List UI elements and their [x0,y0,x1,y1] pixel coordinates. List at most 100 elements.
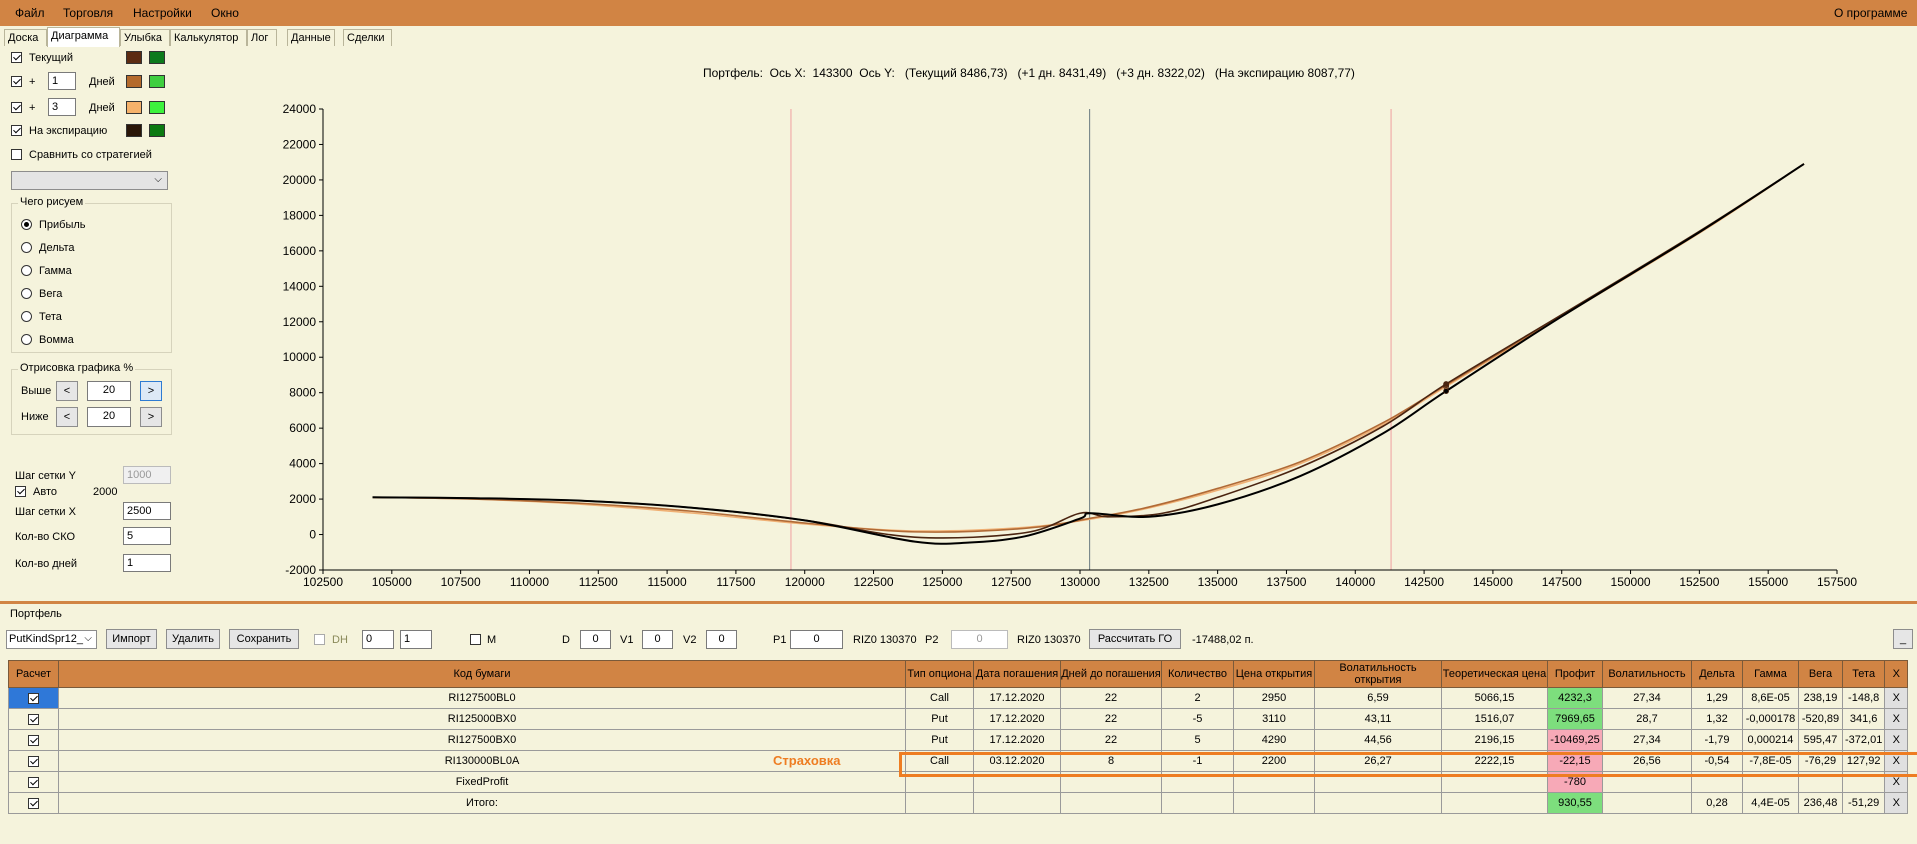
y-tick-label: -2000 [285,563,316,577]
x-tick-label: 142500 [1404,575,1444,589]
portfolio-select[interactable]: PutKindSpr12_ ⌵ [6,630,97,649]
portfolio-label: Портфель [10,608,62,620]
series-line-1 [372,163,1805,533]
col-calc[interactable]: Расчет [8,660,59,688]
col-x: X [1884,660,1909,688]
vega-cell: 595,47 [1798,729,1843,751]
d-input[interactable]: 0 [580,630,611,649]
import-button[interactable]: Импорт [106,629,157,649]
col-profit[interactable]: Профит [1547,660,1603,688]
calc-checkbox[interactable] [28,713,39,725]
x-tick-label: 105000 [372,575,412,589]
x-tick-label: 155000 [1748,575,1788,589]
vega-cell: 236,48 [1798,792,1843,814]
x-tick-label: 132500 [1129,575,1169,589]
p2-label: P2 [925,634,939,646]
minimize-button[interactable]: _ [1893,629,1913,649]
col-vega[interactable]: Вега [1798,660,1843,688]
save-button[interactable]: Сохранить [229,629,299,649]
profit-cell: -10469,25 [1547,729,1603,751]
profit-cell: 7969,65 [1547,708,1603,730]
table-row[interactable]: RI127500BX0 Put 17.12.2020 22 5 4290 44,56 2196… [8,729,1909,751]
v1-input[interactable]: 0 [642,630,673,649]
chevron-down-icon: ⌵ [84,633,92,644]
calc-checkbox[interactable] [28,797,39,809]
calc-checkbox-cell[interactable] [8,771,59,793]
calc-checkbox[interactable] [28,734,39,746]
series-line-0 [372,163,1805,532]
vol-cell [1602,792,1692,814]
theta-cell: -148,8 [1841,687,1886,709]
y-tick-label: 16000 [283,244,317,258]
dh-checkbox[interactable] [314,634,325,645]
qty-cell: -5 [1161,708,1234,730]
vol-cell: 27,34 [1602,687,1692,709]
y-tick-label: 0 [309,528,316,542]
calc-go-button[interactable]: Рассчитать ГО [1089,629,1181,649]
code-cell: Итого: [58,792,906,814]
price-cell: 2950 [1233,687,1315,709]
y-tick-label: 22000 [283,137,317,151]
profit-chart[interactable]: 102500 105000 107500 110000 112500 115000 1175… [0,0,1917,600]
remove-button[interactable]: X [1884,708,1909,730]
col-gamma[interactable]: Гамма [1742,660,1799,688]
remove-button[interactable]: X [1884,729,1909,751]
series-line-3 [372,163,1805,545]
remove-button[interactable]: X [1884,687,1909,709]
type-cell [905,792,974,814]
calc-checkbox[interactable] [28,776,39,788]
calc-checkbox-cell[interactable] [8,792,59,814]
col-price[interactable]: Цена открытия [1233,660,1315,688]
x-tick-label: 157500 [1817,575,1857,589]
col-theta[interactable]: Тета [1841,660,1886,688]
p1-input[interactable]: 0 [790,630,843,649]
code-cell: RI127500BL0 [58,687,906,709]
calc-checkbox-cell[interactable] [8,708,59,730]
theta-cell: -372,01 [1841,729,1886,751]
cursor-point-2 [1443,381,1450,387]
table-row[interactable]: RI125000BX0 Put 17.12.2020 22 -5 3110 43,11 151… [8,708,1909,730]
theor-cell [1441,792,1548,814]
v2-input[interactable]: 0 [706,630,737,649]
table-row[interactable]: Итого: 930,55 0,28 4,4E-05 236,48 -51,29 X [8,792,1909,814]
calc-checkbox-cell[interactable] [8,750,59,772]
theta-cell: 341,6 [1841,708,1886,730]
delete-button[interactable]: Удалить [166,629,220,649]
remove-button[interactable]: X [1884,792,1909,814]
p2-input[interactable]: 0 [951,630,1008,649]
spin1-input[interactable]: 0 [362,630,394,649]
portfolio-select-value: PutKindSpr12_ [9,633,83,645]
col-delta[interactable]: Дельта [1691,660,1743,688]
col-vol[interactable]: Волатильность [1602,660,1692,688]
y-tick-label: 12000 [283,315,317,329]
y-tick-label: 2000 [289,492,316,506]
riz-label-2: RIZ0 130370 [1017,634,1081,646]
x-tick-label: 140000 [1335,575,1375,589]
col-type[interactable]: Тип опциона [905,660,974,688]
col-vol-open[interactable]: Волатильность открытия [1314,660,1442,688]
price-cell [1233,792,1315,814]
calc-checkbox[interactable] [28,755,39,767]
col-code[interactable]: Код бумаги [58,660,906,688]
vega-cell: -520,89 [1798,708,1843,730]
y-tick-label: 24000 [283,102,317,116]
vol-cell: 28,7 [1602,708,1692,730]
vega-cell: 238,19 [1798,687,1843,709]
x-tick-label: 150000 [1611,575,1651,589]
x-tick-label: 102500 [303,575,343,589]
col-theor[interactable]: Теоретическая цена [1441,660,1548,688]
y-tick-label: 20000 [283,173,317,187]
calc-checkbox-cell[interactable] [8,729,59,751]
type-cell: Put [905,708,974,730]
col-days[interactable]: Дней до погашения [1060,660,1162,688]
col-qty[interactable]: Количество [1161,660,1234,688]
spin2-input[interactable]: 1 [400,630,432,649]
calc-checkbox-cell[interactable] [8,687,59,709]
v2-label: V2 [683,634,697,646]
calc-checkbox[interactable] [28,692,39,704]
x-tick-label: 135000 [1198,575,1238,589]
table-row[interactable]: RI127500BL0 Call 17.12.2020 22 2 2950 6,59 5066… [8,687,1909,709]
m-checkbox[interactable] [470,634,481,645]
table-header-row: Расчет Код бумаги Тип опциона Дата погаш… [8,660,1909,688]
col-date[interactable]: Дата погашения [973,660,1061,688]
